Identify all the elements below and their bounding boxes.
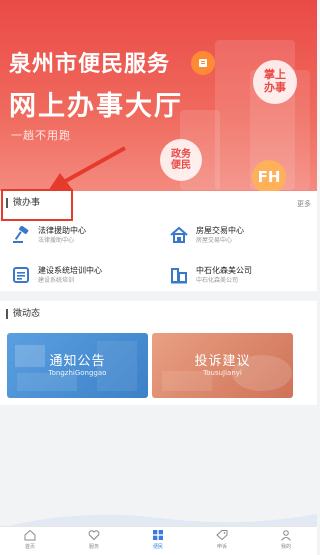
micro-news-title: 微动态 xyxy=(6,309,40,319)
tab-service[interactable]: 服务 xyxy=(74,529,114,550)
tab-label: 我的 xyxy=(280,544,291,550)
tag-icon xyxy=(216,530,228,541)
service-title: 法律援助中心 xyxy=(38,226,86,235)
banner-title-line1: 泉州市便民服务 xyxy=(9,52,171,77)
training-icon xyxy=(13,267,29,283)
news-card-subtitle: TongzhiGonggao xyxy=(48,369,107,377)
tab-label: 服务 xyxy=(88,544,99,550)
banner-slogan: 一趟不用跑 xyxy=(11,129,71,142)
service-item-housing[interactable]: 房屋交易中心 房屋交易中心 xyxy=(170,225,244,245)
tab-label: 便民 xyxy=(152,544,163,550)
annotation-highlight-box xyxy=(1,189,73,221)
banner-title-line2: 网上办事大厅 xyxy=(9,91,183,122)
heart-icon xyxy=(88,530,100,541)
service-title: 中石化森美公司 xyxy=(196,266,252,275)
news-card-notice[interactable]: 通知公告 TongzhiGonggao xyxy=(7,333,148,398)
phone-icon xyxy=(191,51,215,75)
service-subtitle: 中石化森美公司 xyxy=(196,277,239,284)
bottom-wave-decoration xyxy=(0,514,317,528)
tab-mine[interactable]: 我的 xyxy=(266,529,306,550)
service-title: 房屋交易中心 xyxy=(196,226,244,235)
service-subtitle: 建设系统培训 xyxy=(38,277,75,284)
tab-label: 申诉 xyxy=(216,544,227,550)
news-card-title: 投诉建议 xyxy=(194,354,251,369)
service-subtitle: 法律援助中心 xyxy=(38,237,75,244)
news-card-complaint[interactable]: 投诉建议 TousuJianyi xyxy=(152,333,293,398)
handheld-bubble: 掌上 办事 xyxy=(253,60,297,104)
service-subtitle: 房屋交易中心 xyxy=(196,237,233,244)
service-item-training[interactable]: 建设系统培训中心 建设系统培训 xyxy=(12,265,102,285)
building-icon xyxy=(171,268,187,284)
gov-bubble: 政务 便民 xyxy=(160,139,202,181)
user-icon xyxy=(281,530,291,541)
tab-convenience[interactable]: 便民 xyxy=(138,529,178,550)
service-item-legal-aid[interactable]: 法律援助中心 法律援助中心 xyxy=(12,225,86,245)
house-icon xyxy=(170,226,188,243)
tab-home[interactable]: 首页 xyxy=(10,529,50,550)
grid-icon xyxy=(153,530,163,540)
home-icon xyxy=(24,529,36,541)
fh-logo: FH xyxy=(252,160,286,191)
service-title: 建设系统培训中心 xyxy=(38,266,102,275)
service-item-sinopec[interactable]: 中石化森美公司 中石化森美公司 xyxy=(170,265,252,285)
bottom-tab-bar: 首页 服务 便民 申诉 我的 xyxy=(0,526,317,555)
more-link[interactable]: 更多 xyxy=(297,199,311,209)
gavel-icon xyxy=(13,226,29,243)
news-card-subtitle: TousuJianyi xyxy=(203,369,242,377)
tab-appeal[interactable]: 申诉 xyxy=(202,529,242,550)
tab-label: 首页 xyxy=(24,544,35,550)
news-card-title: 通知公告 xyxy=(49,354,106,369)
